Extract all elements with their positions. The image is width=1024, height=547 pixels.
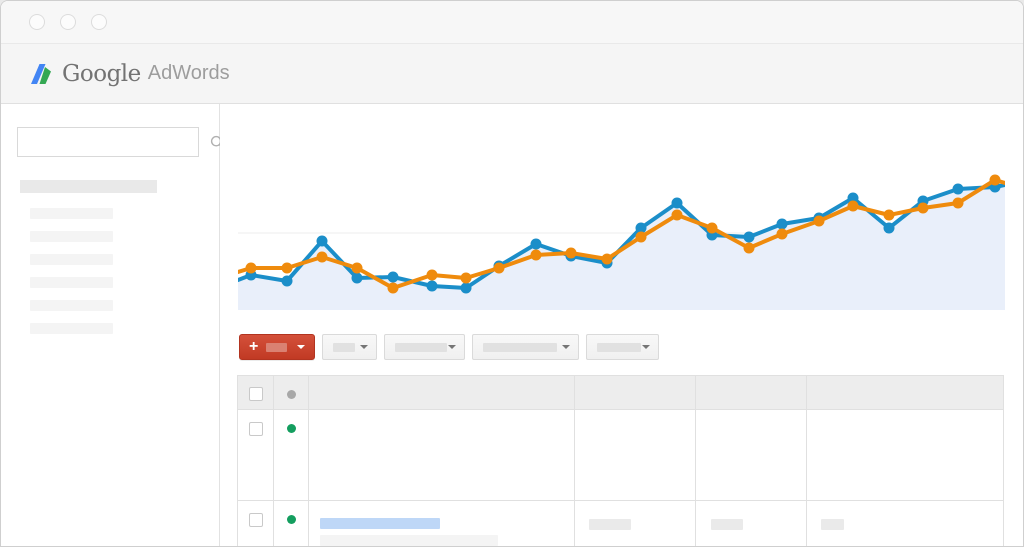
sidebar-section-header-placeholder — [20, 180, 157, 193]
add-button-label-placeholder — [266, 343, 287, 352]
column-header-placeholder — [807, 376, 1004, 410]
table-header-row — [238, 376, 1004, 410]
dropdown-label-placeholder — [395, 343, 447, 352]
adwords-logo: Google AdWords — [31, 44, 230, 103]
table-cell — [696, 410, 807, 501]
table-cell — [309, 410, 575, 501]
dropdown-1-button[interactable] — [322, 334, 377, 360]
cell-value-placeholder — [821, 519, 844, 530]
table-cell — [309, 501, 575, 547]
adwords-logo-icon — [31, 64, 53, 84]
cell-value-placeholder — [711, 519, 743, 530]
plus-icon: + — [249, 339, 258, 355]
table-cell — [575, 501, 696, 547]
caret-down-icon — [360, 345, 368, 349]
select-all-checkbox[interactable] — [249, 387, 263, 401]
column-header-placeholder — [696, 376, 807, 410]
status-enabled-icon — [287, 424, 296, 433]
dropdown-label-placeholder — [333, 343, 355, 352]
column-header-placeholder — [575, 376, 696, 410]
campaigns-table — [237, 375, 1004, 547]
dropdown-4-button[interactable] — [586, 334, 659, 360]
caret-down-icon — [562, 345, 570, 349]
caret-down-icon — [642, 345, 650, 349]
sidebar-item-list — [30, 208, 113, 346]
page-body: + — [1, 104, 1023, 547]
browser-window: Google AdWords + — [0, 0, 1024, 547]
window-control-1[interactable] — [29, 14, 45, 30]
row-checkbox[interactable] — [249, 513, 263, 527]
sidebar-item-4[interactable] — [30, 277, 113, 288]
campaign-link-placeholder[interactable] — [320, 518, 440, 529]
table-cell — [807, 501, 1004, 547]
caret-down-icon — [448, 345, 456, 349]
main-content: + — [220, 104, 1023, 547]
window-control-2[interactable] — [60, 14, 76, 30]
performance-chart-svg — [238, 110, 1005, 310]
campaign-subtext-placeholder — [320, 535, 498, 546]
sidebar-item-2[interactable] — [30, 231, 113, 242]
search-input[interactable] — [18, 128, 210, 156]
sidebar-item-1[interactable] — [30, 208, 113, 219]
app-header: Google AdWords — [1, 44, 1023, 104]
dropdown-2-button[interactable] — [384, 334, 465, 360]
sidebar — [1, 104, 220, 547]
dropdown-label-placeholder — [483, 343, 557, 352]
cell-value-placeholder — [589, 519, 631, 530]
table-cell — [575, 410, 696, 501]
table-row — [238, 410, 1004, 501]
sidebar-item-3[interactable] — [30, 254, 113, 265]
caret-down-icon — [297, 345, 305, 349]
table-cell — [696, 501, 807, 547]
sidebar-search-box — [17, 127, 199, 157]
performance-chart — [238, 110, 1005, 310]
status-column-icon — [287, 390, 296, 399]
browser-titlebar — [1, 1, 1023, 44]
row-checkbox[interactable] — [249, 422, 263, 436]
sidebar-item-6[interactable] — [30, 323, 113, 334]
logo-text-google: Google — [62, 61, 141, 87]
column-header-placeholder — [309, 376, 575, 410]
add-campaign-button[interactable]: + — [239, 334, 315, 360]
table-cell — [807, 410, 1004, 501]
logo-text-adwords: AdWords — [148, 62, 230, 85]
dropdown-3-button[interactable] — [472, 334, 579, 360]
sidebar-item-5[interactable] — [30, 300, 113, 311]
dropdown-label-placeholder — [597, 343, 641, 352]
action-toolbar: + — [239, 334, 1023, 360]
table-row — [238, 501, 1004, 547]
window-control-3[interactable] — [91, 14, 107, 30]
status-enabled-icon — [287, 515, 296, 524]
